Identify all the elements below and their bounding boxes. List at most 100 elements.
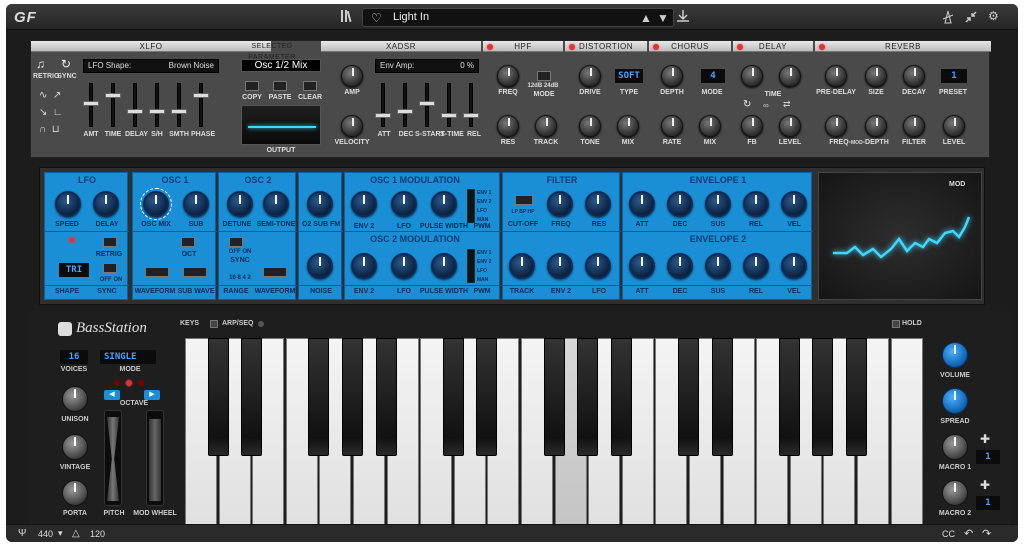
chorus-mix-knob[interactable] xyxy=(699,115,721,137)
white-key[interactable] xyxy=(890,338,923,528)
voices-display[interactable]: 16 xyxy=(60,350,88,364)
mode-display[interactable]: SINGLE xyxy=(100,350,156,364)
env-amp-display[interactable]: Env Amp: 0 % xyxy=(375,59,479,73)
black-key[interactable] xyxy=(812,338,834,456)
black-key[interactable] xyxy=(342,338,363,456)
macro1-knob[interactable] xyxy=(942,434,968,460)
pitch-wheel-grip[interactable] xyxy=(107,417,119,501)
mod-wheel[interactable] xyxy=(146,410,164,506)
metronome-icon[interactable] xyxy=(941,10,955,24)
piano-keyboard[interactable] xyxy=(185,338,925,528)
black-key[interactable] xyxy=(442,338,464,456)
detune-knob[interactable] xyxy=(227,191,253,217)
hpf-mode-switch[interactable] xyxy=(537,71,551,81)
delay-left-knob[interactable] xyxy=(741,65,763,87)
delay-right-knob[interactable] xyxy=(779,65,801,87)
distortion-type-display[interactable]: SOFT xyxy=(615,69,643,83)
smth-fader[interactable] xyxy=(177,83,181,127)
preset-browser[interactable]: ♡ Light In ▲ ▼ xyxy=(362,8,674,27)
delay-sync-icon[interactable]: ↻ xyxy=(743,99,751,110)
hpf-power-led[interactable] xyxy=(487,44,493,50)
osc2-waveform-switch[interactable] xyxy=(263,267,287,277)
amp-knob[interactable] xyxy=(341,65,363,87)
heart-icon[interactable]: ♡ xyxy=(371,11,382,25)
rel-fader[interactable] xyxy=(469,83,473,127)
paste-button[interactable] xyxy=(273,81,287,91)
rel-fader-cap[interactable] xyxy=(463,113,479,118)
osc2mod-pw-knob[interactable] xyxy=(431,253,457,279)
reverb-freq-knob[interactable] xyxy=(825,115,847,137)
gear-icon[interactable]: ⚙ xyxy=(988,9,999,23)
lfo-speed-knob[interactable] xyxy=(55,191,81,217)
env1-rel-knob[interactable] xyxy=(743,191,769,217)
distortion-mix-knob[interactable] xyxy=(617,115,639,137)
porta-knob[interactable] xyxy=(62,480,88,506)
hpf-freq-knob[interactable] xyxy=(497,65,519,87)
keys-toggle[interactable] xyxy=(210,320,218,328)
tuning-dropdown-icon[interactable]: ▾ xyxy=(58,528,63,539)
delay-power-led[interactable] xyxy=(737,44,743,50)
tuning-value[interactable]: 440 xyxy=(38,529,53,539)
phase-fader[interactable] xyxy=(199,83,203,127)
env2-att-knob[interactable] xyxy=(629,253,655,279)
reverb-filter-knob[interactable] xyxy=(903,115,925,137)
noise-knob[interactable] xyxy=(307,253,333,279)
env1-att-knob[interactable] xyxy=(629,191,655,217)
filter-res-knob[interactable] xyxy=(585,191,611,217)
reverb-depth-knob[interactable] xyxy=(865,115,887,137)
time-fader-cap[interactable] xyxy=(105,93,121,98)
env2-rel-knob[interactable] xyxy=(743,253,769,279)
time-fader[interactable] xyxy=(111,83,115,127)
filter-type-switch[interactable] xyxy=(515,195,533,205)
env1-vel-knob[interactable] xyxy=(781,191,807,217)
library-icon[interactable] xyxy=(340,9,352,23)
macro2-move-icon[interactable]: ✚ xyxy=(980,478,990,492)
filter-env2-knob[interactable] xyxy=(547,253,573,279)
spread-knob[interactable] xyxy=(942,388,968,414)
osc1-subwave-switch[interactable] xyxy=(183,267,207,277)
chorus-rate-knob[interactable] xyxy=(661,115,683,137)
decay-knob[interactable] xyxy=(903,65,925,87)
prev-preset-icon[interactable]: ▲ xyxy=(640,11,652,25)
osc1mod-env2-knob[interactable] xyxy=(351,191,377,217)
collapse-icon[interactable] xyxy=(964,10,978,24)
reverb-level-knob[interactable] xyxy=(943,115,965,137)
amt-fader-cap[interactable] xyxy=(83,101,99,106)
black-key[interactable] xyxy=(375,338,397,456)
volume-knob[interactable] xyxy=(942,342,968,368)
pitch-wheel[interactable] xyxy=(104,410,122,506)
redo-icon[interactable]: ↷ xyxy=(982,527,991,540)
lfo-sync-switch[interactable] xyxy=(103,263,117,273)
macro2-knob[interactable] xyxy=(942,480,968,506)
hpf-track-knob[interactable] xyxy=(535,115,557,137)
att-fader-cap[interactable] xyxy=(375,113,391,118)
lfo-shape-display[interactable]: TRI xyxy=(59,263,89,277)
delay-pingpong-icon[interactable]: ⇄ xyxy=(783,99,791,110)
osc1-oct-switch[interactable] xyxy=(181,237,195,247)
mod-display[interactable]: MOD xyxy=(818,172,982,300)
macro2-display[interactable]: 1 xyxy=(976,496,1000,510)
env2-vel-knob[interactable] xyxy=(781,253,807,279)
black-key[interactable] xyxy=(476,338,498,456)
osc1-waveform-switch[interactable] xyxy=(145,267,169,277)
filter-freq-knob[interactable] xyxy=(547,191,573,217)
delay-level-knob[interactable] xyxy=(779,115,801,137)
predelay-knob[interactable] xyxy=(825,65,847,87)
distortion-power-led[interactable] xyxy=(569,44,575,50)
black-key[interactable] xyxy=(308,338,330,456)
vintage-knob[interactable] xyxy=(62,434,88,460)
chorus-mode-display[interactable]: 4 xyxy=(701,69,725,83)
undo-icon[interactable]: ↶ xyxy=(964,527,973,540)
hpf-res-knob[interactable] xyxy=(497,115,519,137)
lfo-retrig-switch[interactable] xyxy=(103,237,117,247)
osc2mod-env2-knob[interactable] xyxy=(351,253,377,279)
filter-track-knob[interactable] xyxy=(509,253,535,279)
arp-led[interactable] xyxy=(258,321,264,327)
black-key[interactable] xyxy=(678,338,699,456)
osc1mod-lfo-knob[interactable] xyxy=(391,191,417,217)
black-key[interactable] xyxy=(610,338,632,456)
stime-fader-cap[interactable] xyxy=(441,113,457,118)
filter-lfo-knob[interactable] xyxy=(585,253,611,279)
lfo-delay-knob[interactable] xyxy=(93,191,119,217)
chorus-power-led[interactable] xyxy=(653,44,659,50)
